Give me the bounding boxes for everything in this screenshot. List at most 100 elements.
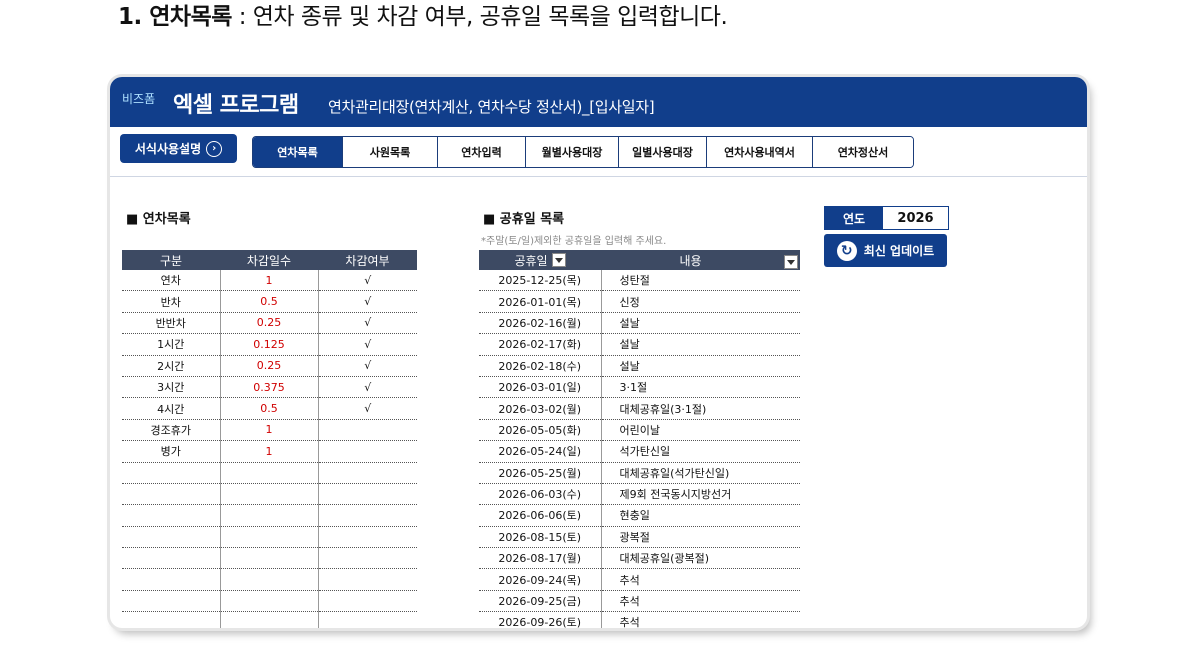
table-cell[interactable]: √ — [318, 312, 417, 335]
table-cell[interactable]: 대체공휴일(3·1절) — [601, 397, 800, 420]
table-cell[interactable]: 반차 — [122, 290, 221, 313]
filter-dropdown-icon[interactable] — [784, 254, 798, 269]
table-cell[interactable]: 병가 — [122, 440, 221, 463]
table-cell[interactable]: 2026-01-01(목) — [479, 290, 602, 313]
table-cell[interactable] — [318, 419, 417, 442]
table-cell[interactable]: √ — [318, 397, 417, 420]
year-input[interactable]: 2026 — [883, 207, 948, 229]
table-cell[interactable]: 2026-02-16(월) — [479, 312, 602, 335]
table-cell[interactable]: 0.25 — [220, 355, 319, 377]
table-cell[interactable] — [318, 483, 417, 506]
table-cell[interactable] — [122, 590, 221, 613]
table-cell[interactable]: 설날 — [601, 333, 800, 356]
table-cell[interactable]: 0.5 — [220, 397, 319, 420]
table-cell[interactable]: 설날 — [601, 355, 800, 377]
table-cell[interactable]: √ — [318, 376, 417, 399]
table-cell[interactable]: 1 — [220, 270, 319, 292]
tab-monthly-ledger[interactable]: 월별사용대장 — [525, 137, 618, 167]
table-cell[interactable]: 2026-09-24(목) — [479, 568, 602, 591]
table-cell[interactable]: 석가탄신일 — [601, 440, 800, 463]
table-cell[interactable] — [122, 568, 221, 591]
table-cell[interactable] — [122, 504, 221, 527]
table-cell[interactable] — [122, 526, 221, 549]
table-cell[interactable]: 2026-05-25(월) — [479, 462, 602, 484]
table-cell[interactable]: 성탄절 — [601, 270, 800, 292]
guide-button[interactable]: 서식사용설명 › — [120, 134, 237, 163]
table-cell[interactable]: 1시간 — [122, 333, 221, 356]
table-cell[interactable]: 추석 — [601, 568, 800, 591]
filter-dropdown-icon[interactable] — [551, 253, 566, 267]
table-cell[interactable] — [122, 611, 221, 628]
table-cell[interactable]: 2시간 — [122, 355, 221, 377]
column-header[interactable]: 공휴일 — [479, 250, 601, 270]
tab-usage-statement[interactable]: 연차사용내역서 — [706, 137, 812, 167]
table-cell[interactable]: 2026-03-01(일) — [479, 376, 602, 399]
table-cell[interactable] — [318, 462, 417, 484]
table-cell[interactable]: 2026-09-26(토) — [479, 611, 602, 628]
table-cell[interactable]: 2026-08-17(월) — [479, 547, 602, 570]
table-cell[interactable]: 3·1절 — [601, 376, 800, 399]
table-cell[interactable]: 추석 — [601, 611, 800, 628]
table-cell[interactable]: 0.125 — [220, 333, 319, 356]
table-cell[interactable]: 2026-03-02(월) — [479, 397, 602, 420]
table-cell[interactable] — [318, 547, 417, 570]
table-cell[interactable]: 현충일 — [601, 504, 800, 527]
table-cell[interactable] — [220, 568, 319, 591]
table-cell[interactable]: 제9회 전국동시지방선거 — [601, 483, 800, 506]
table-cell[interactable]: 3시간 — [122, 376, 221, 399]
table-cell[interactable]: 4시간 — [122, 397, 221, 420]
table-cell[interactable]: √ — [318, 290, 417, 313]
table-cell[interactable] — [318, 568, 417, 591]
table-cell[interactable]: 광복절 — [601, 526, 800, 549]
table-cell[interactable]: 어린이날 — [601, 419, 800, 442]
table-cell[interactable]: 2025-12-25(목) — [479, 270, 602, 292]
table-cell[interactable]: 0.5 — [220, 290, 319, 313]
table-cell[interactable]: 대체공휴일(석가탄신일) — [601, 462, 800, 484]
table-cell[interactable]: √ — [318, 270, 417, 292]
table-cell[interactable]: 신정 — [601, 290, 800, 313]
table-cell[interactable] — [220, 462, 319, 484]
table-cell[interactable]: 2026-06-06(토) — [479, 504, 602, 527]
tab-settlement[interactable]: 연차정산서 — [812, 137, 913, 167]
table-cell[interactable]: 2026-08-15(토) — [479, 526, 602, 549]
table-cell[interactable]: 대체공휴일(광복절) — [601, 547, 800, 570]
table-cell[interactable]: 추석 — [601, 590, 800, 613]
table-cell[interactable]: 0.25 — [220, 312, 319, 335]
table-cell[interactable]: 2026-05-05(화) — [479, 419, 602, 442]
table-cell[interactable]: √ — [318, 333, 417, 356]
table-cell[interactable] — [122, 547, 221, 570]
table-cell[interactable]: 경조휴가 — [122, 419, 221, 442]
table-cell[interactable] — [122, 462, 221, 484]
table-cell[interactable] — [220, 590, 319, 613]
table-cell[interactable]: 0.375 — [220, 376, 319, 399]
update-button[interactable]: ↻ 최신 업데이트 — [824, 234, 947, 267]
table-cell[interactable] — [220, 526, 319, 549]
table-cell[interactable]: 2026-02-17(화) — [479, 333, 602, 356]
table-cell[interactable]: 2026-09-25(금) — [479, 590, 602, 613]
table-cell[interactable]: 2026-05-24(일) — [479, 440, 602, 463]
tab-leave-input[interactable]: 연차입력 — [437, 137, 525, 167]
table-cell[interactable]: 2026-06-03(수) — [479, 483, 602, 506]
table-cell[interactable] — [220, 547, 319, 570]
table-cell[interactable]: 연차 — [122, 270, 221, 292]
tab-leave-list[interactable]: 연차목록 — [253, 137, 342, 167]
column-header[interactable]: 내용 — [601, 250, 800, 270]
tab-daily-ledger[interactable]: 일별사용대장 — [618, 137, 706, 167]
table-cell[interactable] — [318, 504, 417, 527]
tab-employee-list[interactable]: 사원목록 — [342, 137, 437, 167]
table-cell[interactable] — [220, 504, 319, 527]
table-cell[interactable] — [122, 483, 221, 506]
tab-bar: 연차목록 사원목록 연차입력 월별사용대장 일별사용대장 연차사용내역서 연차정… — [252, 136, 914, 168]
table-cell[interactable] — [318, 590, 417, 613]
table-cell[interactable]: 2026-02-18(수) — [479, 355, 602, 377]
table-cell[interactable] — [220, 611, 319, 628]
table-cell[interactable]: 반반차 — [122, 312, 221, 335]
table-cell[interactable] — [318, 611, 417, 628]
table-cell[interactable] — [318, 440, 417, 463]
table-cell[interactable] — [318, 526, 417, 549]
table-cell[interactable]: √ — [318, 355, 417, 377]
table-cell[interactable]: 1 — [220, 419, 319, 442]
table-cell[interactable] — [220, 483, 319, 506]
table-cell[interactable]: 설날 — [601, 312, 800, 335]
table-cell[interactable]: 1 — [220, 440, 319, 463]
